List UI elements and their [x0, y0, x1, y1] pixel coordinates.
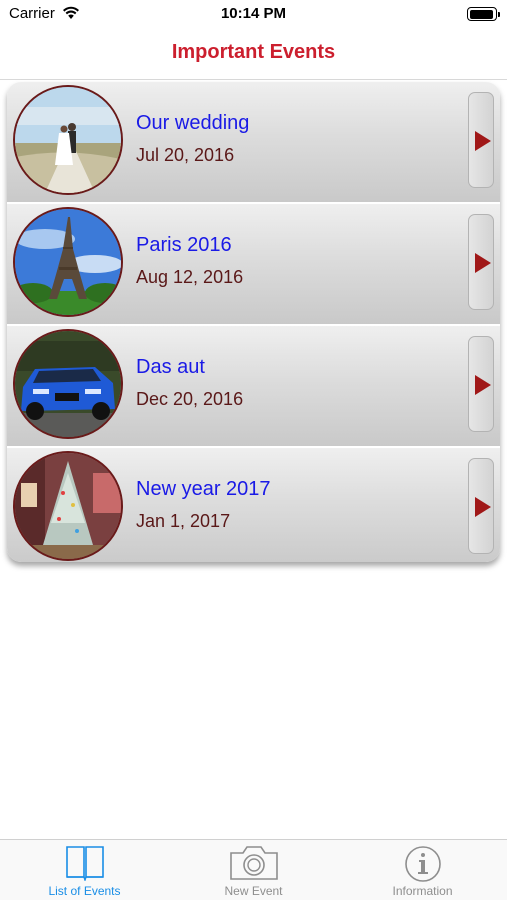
event-date: Dec 20, 2016: [136, 389, 244, 409]
wedding-photo: [13, 85, 123, 195]
tab-bar: List of Events New Event Information: [0, 839, 507, 900]
event-row[interactable]: Das aut Dec 20, 2016: [7, 326, 500, 446]
battery-icon: [467, 7, 500, 21]
tab-label: Information: [392, 884, 453, 898]
tab-new-event[interactable]: New Event: [169, 840, 338, 900]
book-icon: [0, 845, 169, 883]
open-event-button[interactable]: [468, 336, 494, 432]
info-icon: [338, 845, 507, 883]
tab-label: New Event: [224, 884, 283, 898]
tab-label: List of Events: [48, 884, 121, 898]
tab-information[interactable]: Information: [338, 840, 507, 900]
status-bar: Carrier 10:14 PM: [0, 0, 507, 28]
play-arrow-icon: [475, 497, 491, 517]
navigation-bar: Important Events: [0, 28, 507, 80]
event-title: Das aut: [136, 356, 205, 378]
status-time: 10:14 PM: [220, 5, 287, 22]
open-event-button[interactable]: [468, 92, 494, 188]
event-date: Jan 1, 2017: [136, 511, 231, 531]
event-row[interactable]: Paris 2016 Aug 12, 2016: [7, 204, 500, 324]
events-list: Our wedding Jul 20, 2016 Paris 2016 Aug …: [7, 82, 500, 562]
christmas-tree-photo: [13, 451, 123, 561]
eiffel-tower-photo: [13, 207, 123, 317]
event-row[interactable]: New year 2017 Jan 1, 2017: [7, 448, 500, 562]
event-date: Aug 12, 2016: [136, 267, 244, 287]
page-title: Important Events: [171, 41, 336, 63]
event-title: New year 2017: [136, 478, 271, 500]
blue-car-photo: [13, 329, 123, 439]
camera-icon: [169, 845, 338, 883]
play-arrow-icon: [475, 131, 491, 151]
tab-list-of-events[interactable]: List of Events: [0, 840, 169, 900]
event-date: Jul 20, 2016: [136, 145, 235, 165]
play-arrow-icon: [475, 253, 491, 273]
open-event-button[interactable]: [468, 214, 494, 310]
event-row[interactable]: Our wedding Jul 20, 2016: [7, 82, 500, 202]
open-event-button[interactable]: [468, 458, 494, 554]
event-title: Our wedding: [136, 112, 250, 134]
event-title: Paris 2016: [136, 234, 232, 256]
play-arrow-icon: [475, 375, 491, 395]
